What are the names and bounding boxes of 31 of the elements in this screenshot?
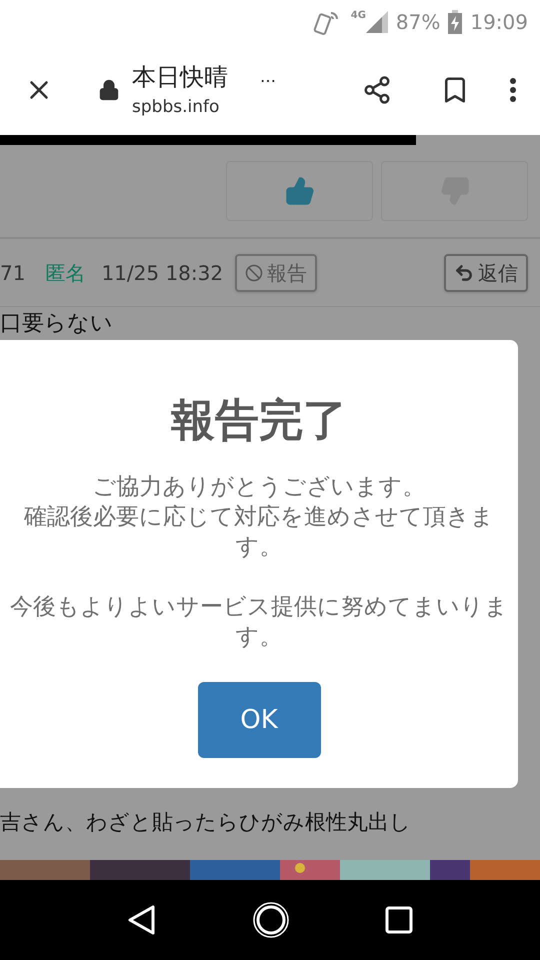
prohibited-icon bbox=[245, 264, 264, 282]
back-button[interactable] bbox=[127, 904, 158, 936]
post-author: 匿名 bbox=[45, 260, 86, 286]
dialog-title: 報告完了 bbox=[171, 394, 347, 448]
more-icon bbox=[510, 78, 516, 102]
menu-button[interactable] bbox=[510, 78, 516, 102]
network-type: 4G bbox=[350, 9, 366, 23]
page-title: 本日快晴 bbox=[132, 62, 228, 93]
battery-percent: 87% bbox=[396, 9, 440, 36]
battery-charging-icon bbox=[448, 10, 462, 34]
post-text: 口要らない bbox=[0, 310, 114, 337]
post-date: 11/25 18:32 bbox=[101, 260, 224, 286]
dialog-message: ご協力ありがとうございます。 bbox=[92, 473, 426, 502]
dialog-message: 今後もよりよいサービス提供に努めてまいります。 bbox=[9, 593, 509, 652]
reply-button[interactable]: 返信 bbox=[444, 254, 528, 292]
thumbs-up-icon bbox=[284, 176, 314, 206]
post-text: 吉さん、わざと貼ったらひがみ根性丸出し bbox=[0, 808, 411, 836]
dialog-message: 確認後必要に応じて対応を進めさせて頂きます。 bbox=[23, 503, 495, 562]
clock: 19:09 bbox=[470, 9, 528, 36]
signal-icon bbox=[366, 11, 388, 33]
share-icon bbox=[362, 74, 392, 104]
thumbs-up-button[interactable] bbox=[226, 161, 373, 221]
share-button[interactable] bbox=[362, 74, 392, 104]
home-button[interactable] bbox=[252, 901, 290, 939]
lock-icon bbox=[98, 78, 120, 100]
recents-button[interactable] bbox=[384, 906, 413, 934]
page-url: spbbs.info bbox=[132, 96, 220, 119]
ok-button[interactable]: OK bbox=[198, 682, 320, 758]
post-number: 71 bbox=[0, 260, 26, 286]
title-ellipsis: … bbox=[260, 66, 276, 88]
reply-arrow-icon bbox=[454, 262, 474, 282]
